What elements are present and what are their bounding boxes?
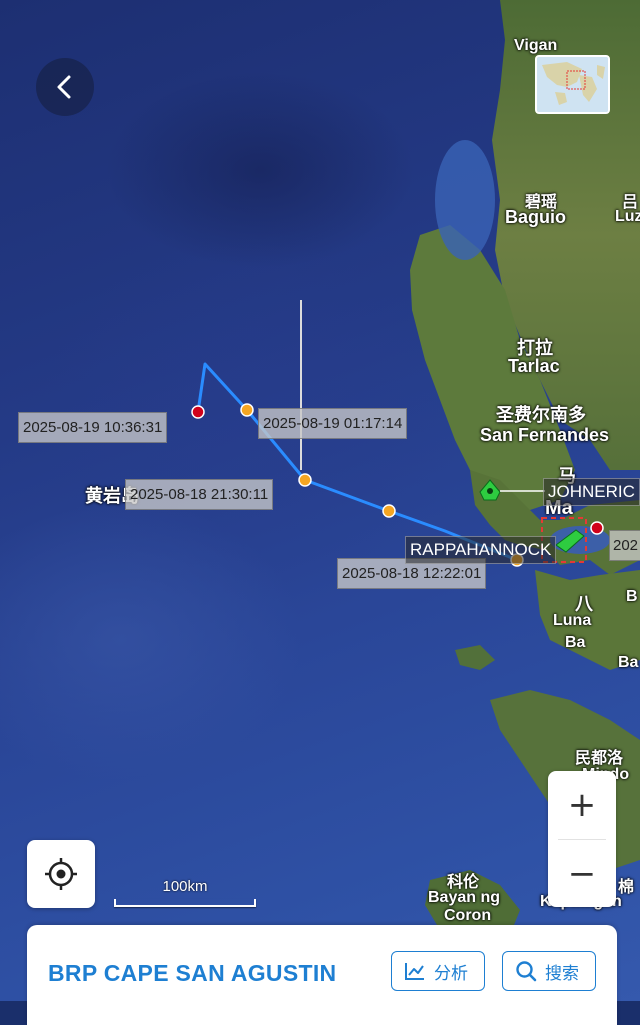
ship-label-johneric[interactable]: JOHNERIC bbox=[543, 478, 640, 506]
place-label: Ba bbox=[565, 634, 586, 651]
place-label: Vigan bbox=[514, 37, 558, 54]
place-label: Baguio bbox=[505, 207, 566, 227]
minimap-image bbox=[537, 57, 608, 112]
search-label: 搜索 bbox=[545, 963, 579, 983]
analyze-label: 分析 bbox=[434, 963, 468, 983]
place-label: Coron bbox=[444, 907, 492, 924]
place-label: 民都洛 bbox=[575, 750, 624, 767]
track-timestamp-label: 2025-08-19 01:17:14 bbox=[258, 408, 408, 439]
search-icon bbox=[516, 961, 537, 982]
zoom-out-button[interactable]: − bbox=[548, 840, 616, 908]
place-label: B bbox=[626, 588, 638, 605]
land-lubang bbox=[455, 645, 495, 670]
locate-button[interactable] bbox=[27, 840, 95, 908]
crosshair-icon bbox=[45, 858, 77, 890]
lingayen-gulf bbox=[435, 140, 495, 260]
analyze-button[interactable]: 分析 bbox=[391, 951, 485, 991]
track-timestamp-label-partial: 202 bbox=[609, 530, 640, 561]
place-label: San Fernandes bbox=[480, 425, 610, 445]
chevron-left-icon bbox=[57, 75, 71, 99]
search-button[interactable]: 搜索 bbox=[502, 951, 596, 991]
overview-minimap[interactable] bbox=[535, 55, 610, 114]
other-endpoint bbox=[590, 521, 604, 535]
place-label: Luz bbox=[615, 208, 640, 225]
track-waypoint bbox=[240, 403, 254, 417]
scale-line bbox=[114, 899, 256, 907]
scale-label: 100km bbox=[162, 878, 208, 895]
track-waypoint bbox=[298, 473, 312, 487]
back-button[interactable] bbox=[36, 58, 94, 116]
place-label: Ba bbox=[618, 654, 639, 671]
track-endpoint bbox=[191, 405, 205, 419]
track-timestamp-label: 2025-08-19 10:36:31 bbox=[18, 412, 168, 443]
place-label: 圣费尔南多 bbox=[496, 405, 586, 425]
map-view[interactable]: Vigan 碧瑶 Baguio 吕 Luz 打拉 Tarlac 圣费尔南多 Sa… bbox=[0, 0, 640, 1001]
place-label: 棉 bbox=[618, 879, 635, 896]
place-label: Tarlac bbox=[508, 356, 560, 376]
track-waypoint bbox=[382, 504, 396, 518]
place-label: Luna bbox=[553, 612, 592, 629]
ship-label-rappahannock[interactable]: RAPPAHANNOCK bbox=[405, 536, 557, 564]
zoom-control: + − bbox=[548, 771, 616, 907]
vessel-name: BRP CAPE SAN AGUSTIN bbox=[48, 960, 337, 986]
zoom-in-button[interactable]: + bbox=[548, 771, 616, 839]
vessel-info-card: BRP CAPE SAN AGUSTIN 分析 搜索 bbox=[27, 925, 617, 1025]
place-label: Bayan ng bbox=[428, 889, 501, 906]
track-timestamp-label: 2025-08-18 21:30:11 bbox=[125, 479, 274, 510]
line-chart-icon bbox=[405, 963, 424, 980]
scale-bar: 100km bbox=[112, 878, 258, 908]
